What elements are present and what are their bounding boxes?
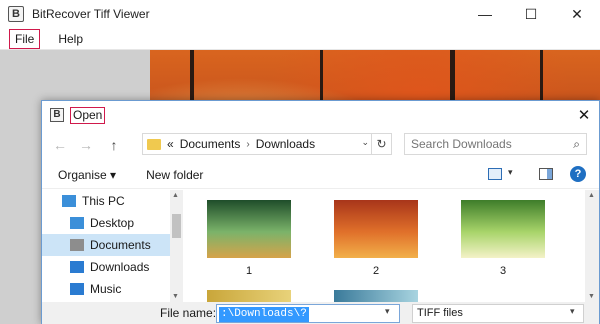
window-controls: — ☐ ✕ <box>462 0 600 28</box>
scroll-down-icon[interactable]: ▼ <box>172 293 179 300</box>
dialog-toolbar: Organise ▾ New folder ▾ ? <box>42 161 599 189</box>
organise-button[interactable]: Organise ▾ <box>58 168 116 182</box>
new-folder-button[interactable]: New folder <box>146 168 203 182</box>
close-button[interactable]: ✕ <box>554 0 600 28</box>
nav-item-documents[interactable]: Documents <box>42 234 183 256</box>
menubar: File Help <box>0 28 600 50</box>
forward-arrow-icon[interactable]: → <box>76 137 96 153</box>
downloads-icon <box>70 261 84 273</box>
file-label[interactable]: 2 <box>334 265 418 277</box>
search-input[interactable] <box>411 137 566 151</box>
file-thumbnail[interactable] <box>461 200 545 258</box>
app-logo-icon: B <box>8 6 24 22</box>
scrollbar-thumb[interactable] <box>172 214 181 238</box>
breadcrumb-overflow[interactable]: « <box>167 137 174 151</box>
minimize-button[interactable]: — <box>462 0 508 28</box>
view-dropdown-icon[interactable]: ▾ <box>508 167 513 178</box>
breadcrumb-documents[interactable]: Documents <box>180 137 241 151</box>
nav-item-label: This PC <box>82 194 125 208</box>
nav-item-desktop[interactable]: Desktop <box>42 212 183 234</box>
file-thumbnail[interactable] <box>207 290 291 302</box>
file-type-select[interactable]: TIFF files <box>412 304 584 323</box>
menu-help[interactable]: Help <box>52 29 89 49</box>
preview-pane-icon[interactable] <box>539 168 553 180</box>
back-arrow-icon[interactable]: ← <box>50 137 70 153</box>
nav-item-label: Documents <box>90 238 151 252</box>
music-icon <box>70 283 84 295</box>
file-label[interactable]: 3 <box>461 265 545 277</box>
address-dropdown-icon[interactable]: ⌄ <box>361 137 369 148</box>
navigation-pane: This PC Desktop Documents Downloads Music <box>42 190 183 302</box>
up-arrow-icon[interactable]: ↑ <box>104 137 124 153</box>
nav-item-label: Downloads <box>90 260 150 274</box>
desktop-icon <box>70 217 84 229</box>
file-name-label: File name: <box>160 306 217 320</box>
help-icon[interactable]: ? <box>570 166 586 182</box>
nav-item-music[interactable]: Music <box>42 278 183 300</box>
maximize-button[interactable]: ☐ <box>508 0 554 28</box>
file-name-value[interactable]: :\Downloads\? <box>219 307 309 322</box>
nav-item-this-pc[interactable]: This PC <box>42 190 183 212</box>
scroll-up-icon[interactable]: ▲ <box>172 192 179 199</box>
change-view-icon[interactable] <box>488 168 502 180</box>
monitor-icon <box>62 195 76 207</box>
window-title: BitRecover Tiff Viewer <box>32 7 150 21</box>
dialog-title: Open <box>70 106 106 124</box>
navigation-row: ← → ↑ « Documents › Downloads ⌄ ↻ ⌕ <box>42 129 599 161</box>
nav-item-label: Music <box>90 282 122 296</box>
documents-icon <box>70 239 84 251</box>
file-list: 1 2 3 <box>187 190 585 302</box>
menu-file[interactable]: File <box>9 28 41 49</box>
filename-row: File name: :\Downloads\? ▾ TIFF files ▾ <box>42 302 599 324</box>
open-dialog: B Open ✕ ← → ↑ « Documents › Downloads ⌄… <box>41 100 600 324</box>
nav-item-label: Desktop <box>90 216 135 230</box>
main-titlebar: B BitRecover Tiff Viewer — ☐ ✕ <box>0 0 600 28</box>
file-type-dropdown-icon[interactable]: ▾ <box>570 306 575 317</box>
breadcrumb-downloads[interactable]: Downloads <box>256 137 315 151</box>
file-name-input[interactable]: :\Downloads\? <box>216 304 400 323</box>
folder-icon <box>147 138 161 150</box>
file-name-dropdown-icon[interactable]: ▾ <box>385 306 390 317</box>
dialog-app-icon: B <box>50 108 64 122</box>
breadcrumb-separator: › <box>246 138 250 150</box>
nav-pane-scrollbar[interactable]: ▲ ▼ <box>170 190 183 302</box>
nav-item-downloads[interactable]: Downloads <box>42 256 183 278</box>
search-box[interactable]: ⌕ <box>404 133 587 155</box>
file-thumbnail[interactable] <box>461 290 545 302</box>
dialog-titlebar: B Open ✕ <box>42 101 599 129</box>
file-thumbnail[interactable] <box>334 290 418 302</box>
file-list-scrollbar[interactable]: ▲ ▼ <box>585 190 599 302</box>
dialog-close-button[interactable]: ✕ <box>569 101 599 129</box>
file-thumbnail[interactable] <box>207 200 291 258</box>
refresh-icon[interactable]: ↻ <box>371 134 391 154</box>
address-bar[interactable]: « Documents › Downloads ⌄ ↻ <box>142 133 392 155</box>
search-icon: ⌕ <box>573 137 580 151</box>
file-label[interactable]: 1 <box>207 265 291 277</box>
scroll-down-icon[interactable]: ▼ <box>588 293 595 300</box>
file-thumbnail[interactable] <box>334 200 418 258</box>
scroll-up-icon[interactable]: ▲ <box>588 192 595 199</box>
